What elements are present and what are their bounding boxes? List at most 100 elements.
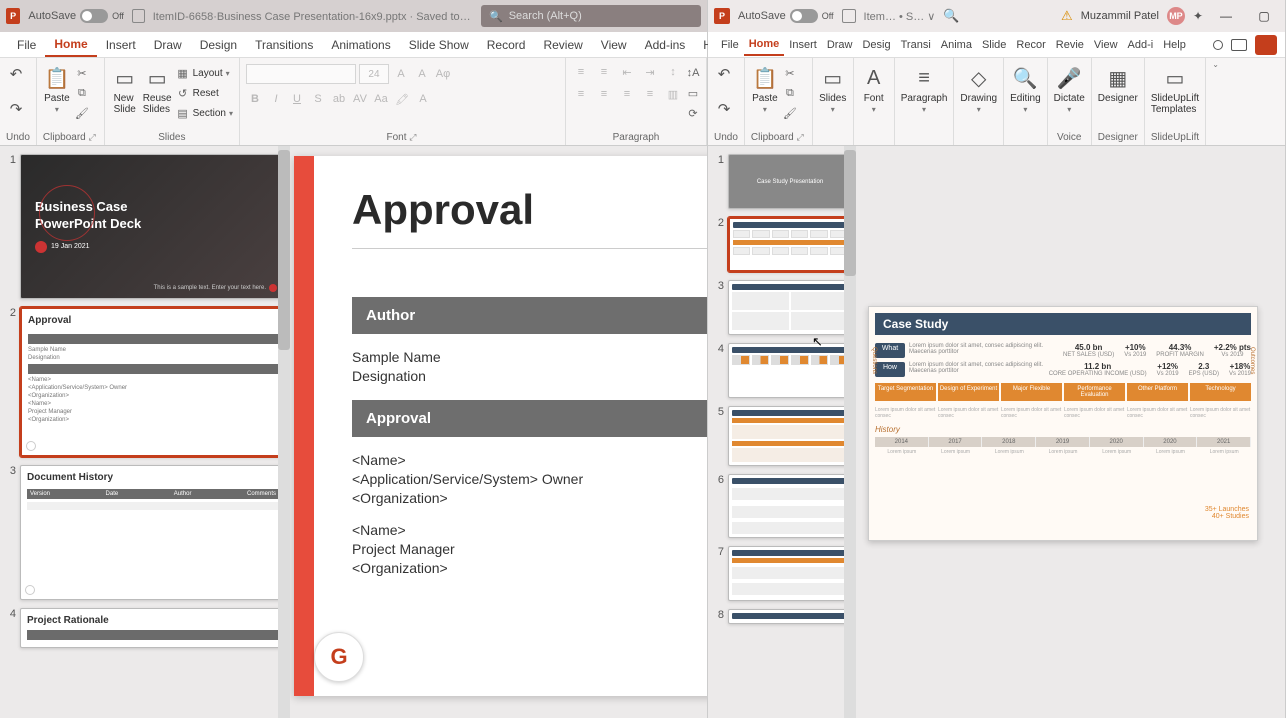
tab-home[interactable]: Home — [45, 33, 96, 57]
font-dialog-launcher[interactable]: ⤢ — [409, 132, 418, 142]
tab-animations[interactable]: Animations — [322, 34, 399, 56]
undo-button[interactable]: ↶ — [714, 64, 734, 84]
align-center-button[interactable]: ≡ — [595, 86, 613, 102]
align-text-button[interactable]: ▭ — [686, 84, 700, 102]
tab-view[interactable]: View — [1089, 35, 1123, 55]
slide-title[interactable]: Approval — [352, 186, 707, 234]
bullets-button[interactable]: ≡ — [572, 64, 590, 80]
reuse-slides-button[interactable]: ▭Reuse Slides — [143, 64, 172, 115]
indent-inc-button[interactable]: ⇥ — [641, 64, 659, 80]
font-color-button[interactable]: A — [414, 90, 432, 108]
thumbnail-3[interactable]: Document History VersionDateAuthorCommen… — [20, 465, 286, 600]
clipboard-dialog-launcher[interactable]: ⤢ — [797, 132, 806, 142]
tab-view[interactable]: View — [592, 34, 636, 56]
thumbnail-1[interactable]: Business Case PowerPoint Deck 19 Jan 202… — [20, 154, 286, 299]
search-icon[interactable]: 🔍 — [943, 8, 959, 24]
numbering-button[interactable]: ≡ — [595, 64, 613, 80]
line-spacing-button[interactable]: ↕ — [664, 64, 682, 80]
font-name-input[interactable] — [246, 64, 356, 84]
slideuplift-button[interactable]: ▭SlideUpLift Templates — [1151, 64, 1199, 115]
r-thumbnail-4[interactable] — [728, 343, 852, 398]
slide-editor-left[interactable]: Approval Author Sample Name Designation … — [290, 146, 707, 718]
thumbnail-4[interactable]: Project Rationale — [20, 608, 286, 648]
paste-button[interactable]: 📋Paste▾ — [751, 64, 779, 114]
tab-addins[interactable]: Add-i — [1123, 35, 1159, 55]
layout-button[interactable]: ▦Layout▾ — [176, 64, 233, 82]
bold-button[interactable]: B — [246, 90, 264, 108]
copy-button[interactable]: ⧉ — [783, 84, 797, 102]
minimize-button[interactable]: — — [1211, 2, 1241, 30]
case-title[interactable]: Case Study — [875, 313, 1251, 335]
editing-button[interactable]: 🔍Editing▾ — [1010, 64, 1041, 114]
author-header[interactable]: Author — [352, 297, 707, 334]
tab-animations[interactable]: Anima — [936, 35, 977, 55]
main-slide[interactable]: Approval Author Sample Name Designation … — [294, 156, 707, 696]
text-direction-button[interactable]: ↕A — [686, 64, 700, 82]
decrease-font-icon[interactable]: A — [413, 65, 431, 83]
share-button[interactable] — [1255, 35, 1277, 55]
present-icon[interactable] — [1231, 39, 1247, 51]
dictate-button[interactable]: 🎤Dictate▾ — [1054, 64, 1085, 114]
tab-review[interactable]: Revie — [1051, 35, 1089, 55]
tab-record[interactable]: Record — [478, 34, 535, 56]
reset-button[interactable]: ↺Reset — [176, 84, 233, 102]
thumb-scrollbar[interactable] — [844, 146, 856, 718]
tab-transitions[interactable]: Transitions — [246, 34, 322, 56]
slide-thumbnails-left[interactable]: 1 Business Case PowerPoint Deck 19 Jan 2… — [0, 146, 290, 718]
format-painter-button[interactable]: 🖌 — [783, 104, 797, 122]
tab-slideshow[interactable]: Slide Show — [400, 34, 478, 56]
record-icon[interactable] — [1213, 40, 1223, 50]
highlight-button[interactable]: 🖍 — [393, 90, 411, 108]
slide-editor-right[interactable]: Questions Outcomes Case Study What Lorem… — [856, 146, 1285, 718]
smartart-button[interactable]: ⟳ — [686, 104, 700, 122]
alert-icon[interactable]: ⚠ — [1061, 8, 1073, 24]
save-icon[interactable] — [842, 9, 856, 23]
new-slide-button[interactable]: ▭New Slide — [111, 64, 139, 115]
drawing-button[interactable]: ◇Drawing▾ — [960, 64, 997, 114]
autosave-group[interactable]: AutoSave Off — [28, 9, 124, 23]
r-thumbnail-6[interactable] — [728, 474, 852, 538]
align-right-button[interactable]: ≡ — [618, 86, 636, 102]
author-text[interactable]: Sample Name Designation — [352, 348, 707, 386]
thumbnail-2[interactable]: Approval Sample NameDesignation <Name><A… — [20, 307, 286, 457]
approval-block-2[interactable]: <Name> Project Manager <Organization> — [352, 521, 707, 578]
clipboard-dialog-launcher[interactable]: ⤢ — [89, 132, 98, 142]
approval-block-1[interactable]: <Name> <Application/Service/System> Owne… — [352, 451, 707, 508]
thumb-scrollbar[interactable] — [278, 146, 290, 718]
tab-draw[interactable]: Draw — [822, 35, 858, 55]
columns-button[interactable]: ▥ — [664, 86, 682, 102]
search-box[interactable]: 🔍 Search (Alt+Q) — [481, 5, 701, 27]
document-title[interactable]: ItemID-6658·Business Case Presentation-1… — [153, 10, 473, 23]
clear-format-icon[interactable]: Aφ — [434, 65, 452, 83]
font-size-input[interactable]: 24 — [359, 64, 389, 84]
font-button[interactable]: AFont▾ — [860, 64, 888, 114]
autosave-group[interactable]: AutoSave Off — [738, 9, 834, 23]
section-button[interactable]: ▤Section▾ — [176, 104, 233, 122]
strike-button[interactable]: S — [309, 90, 327, 108]
cut-button[interactable]: ✂ — [75, 64, 89, 82]
slide-thumbnails-right[interactable]: 1Case Study Presentation 2↖ 3 4 5 6 7 8 — [708, 146, 856, 718]
designer-button[interactable]: ▦Designer — [1098, 64, 1138, 104]
tab-file[interactable]: File — [8, 34, 45, 56]
user-name[interactable]: Muzammil Patel — [1081, 10, 1159, 22]
tab-transitions[interactable]: Transi — [896, 35, 936, 55]
cut-button[interactable]: ✂ — [783, 64, 797, 82]
tab-draw[interactable]: Draw — [145, 34, 191, 56]
autosave-toggle[interactable] — [80, 9, 108, 23]
r-thumbnail-3[interactable] — [728, 280, 852, 335]
spacing-button[interactable]: AV — [351, 90, 369, 108]
tab-insert[interactable]: Insert — [784, 35, 822, 55]
tab-home[interactable]: Home — [744, 34, 785, 56]
tab-help[interactable]: Help — [1158, 35, 1191, 55]
settings-spark-icon[interactable]: ✦ — [1193, 9, 1203, 23]
tab-file[interactable]: File — [716, 35, 744, 55]
slides-button[interactable]: ▭Slides▾ — [819, 64, 847, 114]
r-thumbnail-8[interactable] — [728, 609, 852, 624]
r-thumbnail-2[interactable]: ↖ — [728, 217, 852, 272]
tab-design[interactable]: Desig — [857, 35, 895, 55]
format-painter-button[interactable]: 🖌 — [75, 104, 89, 122]
user-avatar[interactable]: MP — [1167, 7, 1185, 25]
g-badge[interactable]: G — [314, 632, 364, 682]
approval-header[interactable]: Approval — [352, 400, 707, 437]
justify-button[interactable]: ≡ — [641, 86, 659, 102]
